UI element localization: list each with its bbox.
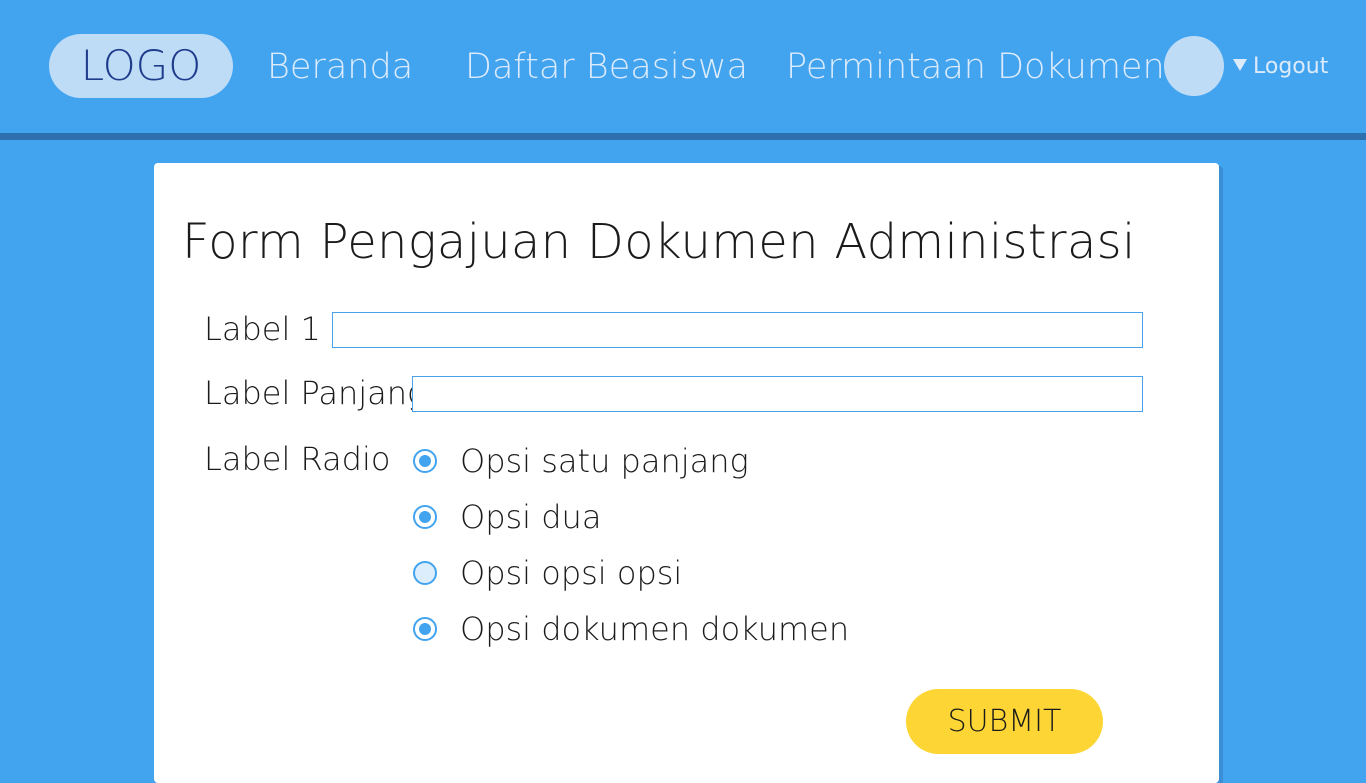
radio-option-label: Opsi dokumen dokumen [460,610,850,648]
nav-beranda[interactable]: Beranda [267,42,413,92]
radio-checked-icon[interactable] [413,617,437,641]
logo[interactable]: LOGO [49,34,233,98]
header-divider [0,133,1366,140]
radio-option-label: Opsi opsi opsi [460,554,683,592]
radio-option-label: Opsi dua [460,498,602,536]
logout-label: Logout [1253,54,1329,79]
radio-group-label: Label Radio [204,440,391,478]
logout-menu[interactable]: Logout [1233,52,1328,82]
radio-option-4[interactable]: Opsi dokumen dokumen [413,609,849,649]
nav-daftar-beasiswa[interactable]: Daftar Beasiswa [465,42,748,92]
nav-permintaan-dokumen[interactable]: Permintaan Dokumen [786,42,1165,92]
field1-input[interactable] [332,312,1143,348]
submit-button[interactable]: SUBMIT [906,689,1103,754]
field2-input[interactable] [412,376,1143,412]
radio-option-1[interactable]: Opsi satu panjang [413,441,749,481]
header: LOGO Beranda Daftar Beasiswa Permintaan … [0,0,1366,133]
radio-option-3[interactable]: Opsi opsi opsi [413,553,682,593]
form-title: Form Pengajuan Dokumen Administrasi [182,214,1136,270]
radio-option-label: Opsi satu panjang [460,442,749,480]
radio-checked-icon[interactable] [413,449,437,473]
radio-option-2[interactable]: Opsi dua [413,497,601,537]
avatar[interactable] [1164,36,1224,96]
radio-checked-icon[interactable] [413,505,437,529]
radio-unchecked-icon[interactable] [413,561,437,585]
field1-label: Label 1 [204,310,321,348]
field2-label: Label Panjang [204,374,427,412]
caret-down-icon [1233,59,1247,71]
